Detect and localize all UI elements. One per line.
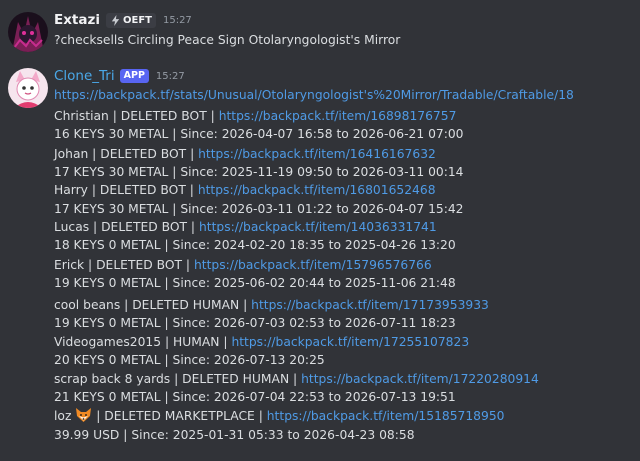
listing-head-line: Lucas | DELETED BOT | https://backpack.t… — [54, 218, 437, 236]
listing-link[interactable]: https://backpack.tf/item/15796576766 — [194, 258, 432, 272]
avatar-extazi[interactable] — [8, 12, 48, 52]
author-name[interactable]: Clone_Tri — [54, 68, 115, 84]
avatar-clone-tri[interactable] — [8, 68, 48, 108]
listing-head-line: cool beans | DELETED HUMAN | https://bac… — [54, 296, 489, 314]
listing-detail: 17 KEYS 30 METAL | Since: 2026-03-11 01:… — [54, 202, 464, 216]
listing-head-line: loz | DELETED MARKETPLACE | https://back… — [54, 407, 504, 428]
listing-seller: scrap back 8 yards | DELETED HUMAN | — [54, 372, 302, 386]
listing-link[interactable]: https://backpack.tf/item/15185718950 — [267, 409, 505, 423]
clan-tag[interactable]: OEFT — [105, 12, 156, 28]
app-tag: APP — [119, 69, 149, 83]
fox-face-emoji — [75, 407, 92, 428]
timestamp[interactable]: 15:27 — [156, 71, 185, 82]
stats-link[interactable]: https://backpack.tf/stats/Unusual/Otolar… — [54, 88, 574, 102]
listing-link[interactable]: https://backpack.tf/item/16898176757 — [219, 109, 457, 123]
listing-head-line: Videogames2015 | HUMAN | https://backpac… — [54, 333, 469, 351]
listing-seller: Erick | DELETED BOT | — [54, 258, 194, 272]
listing-detail: 39.99 USD | Since: 2025-01-31 05:33 to 2… — [54, 428, 415, 442]
listing-seller: Christian | DELETED BOT | — [54, 109, 219, 123]
listing-link[interactable]: https://backpack.tf/item/17173953933 — [251, 298, 489, 312]
listing-head-line: Johan | DELETED BOT | https://backpack.t… — [54, 145, 436, 163]
listing-detail: 20 KEYS 0 METAL | Since: 2026-07-13 20:2… — [54, 353, 325, 367]
listing-detail: 21 KEYS 0 METAL | Since: 2026-07-04 22:5… — [54, 390, 456, 404]
listing-head-line: scrap back 8 yards | DELETED HUMAN | htt… — [54, 370, 539, 388]
listing-detail: 19 KEYS 0 METAL | Since: 2025-06-02 20:4… — [54, 276, 456, 290]
clan-tag-label: OEFT — [122, 14, 152, 26]
listing-head-line: Christian | DELETED BOT | https://backpa… — [54, 107, 456, 125]
listing-link[interactable]: https://backpack.tf/item/17220280914 — [301, 372, 539, 386]
author-name[interactable]: Extazi — [54, 12, 100, 28]
listing-seller: Videogames2015 | HUMAN | — [54, 335, 232, 349]
message-content: ?checksells Circling Peace Sign Otolaryn… — [54, 33, 401, 47]
listing-link[interactable]: https://backpack.tf/item/14036331741 — [199, 220, 437, 234]
listing-detail: 16 KEYS 30 METAL | Since: 2026-04-07 16:… — [54, 127, 464, 141]
listing-link[interactable]: https://backpack.tf/item/16801652468 — [198, 183, 436, 197]
listing-head-line: Harry | DELETED BOT | https://backpack.t… — [54, 181, 436, 199]
listing-detail: 19 KEYS 0 METAL | Since: 2026-07-03 02:5… — [54, 316, 456, 330]
listing-head-line: Erick | DELETED BOT | https://backpack.t… — [54, 256, 432, 274]
listing-seller: Lucas | DELETED BOT | — [54, 220, 199, 234]
listing-seller: Harry | DELETED BOT | — [54, 183, 198, 197]
lightning-icon — [111, 14, 120, 26]
timestamp[interactable]: 15:27 — [163, 15, 192, 26]
listing-seller: Johan | DELETED BOT | — [54, 147, 199, 161]
listing-link[interactable]: https://backpack.tf/item/17255107823 — [231, 335, 469, 349]
listing-detail: 18 KEYS 0 METAL | Since: 2024-02-20 18:3… — [54, 238, 456, 252]
listing-seller: loz — [54, 409, 76, 423]
listing-detail: 17 KEYS 30 METAL | Since: 2025-11-19 09:… — [54, 165, 464, 179]
listing-seller: cool beans | DELETED HUMAN | — [54, 298, 252, 312]
listing-seller-status: | DELETED MARKETPLACE | — [92, 409, 267, 423]
listing-link[interactable]: https://backpack.tf/item/16416167632 — [198, 147, 436, 161]
